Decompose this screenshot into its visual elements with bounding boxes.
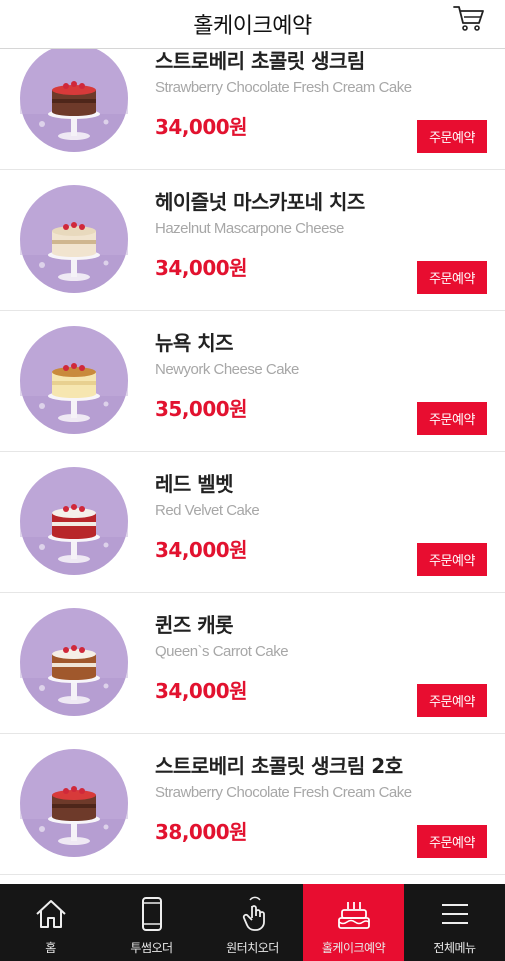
order-button[interactable]: 주문예약 bbox=[417, 261, 487, 294]
nav-label: 홈 bbox=[45, 941, 56, 955]
product-name[interactable]: 레드 벨벳 bbox=[155, 468, 234, 497]
product-price: 38,000원 bbox=[155, 820, 248, 844]
product-name[interactable]: 스트로베리 초콜릿 생크림 2호 bbox=[155, 750, 403, 779]
product-thumbnail[interactable] bbox=[20, 44, 128, 152]
nav-item[interactable]: 투썸오더 bbox=[101, 884, 202, 961]
home-icon bbox=[35, 900, 66, 928]
cart-icon[interactable] bbox=[453, 4, 485, 32]
product-name[interactable]: 스트로베리 초콜릿 생크림 bbox=[155, 45, 365, 74]
nav-item[interactable]: 전체메뉴 bbox=[404, 884, 505, 961]
product-list: 스트로베리 초콜릿 생크림 Strawberry Chocolate Fresh… bbox=[0, 29, 505, 875]
product-name-en: Newyork Cheese Cake bbox=[155, 361, 299, 378]
product-thumbnail[interactable] bbox=[20, 326, 128, 434]
app-header: 홀케이크예약 bbox=[0, 0, 505, 49]
product-name[interactable]: 뉴욕 치즈 bbox=[155, 327, 234, 356]
product-price: 34,000원 bbox=[155, 538, 248, 562]
phone-icon bbox=[141, 897, 162, 931]
product-name-en: Strawberry Chocolate Fresh Cream Cake bbox=[155, 79, 412, 96]
product-thumbnail[interactable] bbox=[20, 749, 128, 857]
product-item[interactable]: 헤이즐넛 마스카포네 치즈 Hazelnut Mascarpone Cheese… bbox=[0, 170, 505, 311]
bottom-nav: 홈 투썸오더 원터치오더 홀케이크예약 전체메뉴 bbox=[0, 884, 505, 961]
product-thumbnail[interactable] bbox=[20, 467, 128, 575]
order-button[interactable]: 주문예약 bbox=[417, 402, 487, 435]
product-name-en: Queen`s Carrot Cake bbox=[155, 643, 289, 660]
product-price: 35,000원 bbox=[155, 397, 248, 421]
page-title: 홀케이크예약 bbox=[193, 14, 312, 39]
order-button[interactable]: 주문예약 bbox=[417, 825, 487, 858]
product-name-en: Hazelnut Mascarpone Cheese bbox=[155, 220, 344, 237]
product-thumbnail[interactable] bbox=[20, 185, 128, 293]
product-item[interactable]: 스트로베리 초콜릿 생크림 2호 Strawberry Chocolate Fr… bbox=[0, 734, 505, 875]
nav-item[interactable]: 원터치오더 bbox=[202, 884, 303, 961]
order-button[interactable]: 주문예약 bbox=[417, 684, 487, 717]
product-thumbnail[interactable] bbox=[20, 608, 128, 716]
nav-label: 전체메뉴 bbox=[433, 941, 476, 955]
product-name[interactable]: 헤이즐넛 마스카포네 치즈 bbox=[155, 186, 365, 215]
product-item[interactable]: 퀸즈 캐롯 Queen`s Carrot Cake 34,000원 주문예약 bbox=[0, 593, 505, 734]
nav-label: 투썸오더 bbox=[130, 941, 173, 955]
nav-item[interactable]: 홀케이크예약 bbox=[303, 884, 404, 961]
order-button[interactable]: 주문예약 bbox=[417, 120, 487, 153]
product-name-en: Strawberry Chocolate Fresh Cream Cake bbox=[155, 784, 412, 801]
nav-label: 원터치오더 bbox=[226, 941, 279, 955]
product-name-en: Red Velvet Cake bbox=[155, 502, 260, 519]
cake-icon bbox=[337, 902, 370, 929]
order-button[interactable]: 주문예약 bbox=[417, 543, 487, 576]
product-name[interactable]: 퀸즈 캐롯 bbox=[155, 609, 234, 638]
product-price: 34,000원 bbox=[155, 115, 248, 139]
menu-icon bbox=[441, 904, 468, 924]
nav-item[interactable]: 홈 bbox=[0, 884, 101, 961]
product-price: 34,000원 bbox=[155, 679, 248, 703]
product-price: 34,000원 bbox=[155, 256, 248, 280]
nav-label: 홀케이크예약 bbox=[321, 941, 386, 955]
product-item[interactable]: 스트로베리 초콜릿 생크림 Strawberry Chocolate Fresh… bbox=[0, 29, 505, 170]
touch-icon bbox=[242, 896, 265, 931]
product-item[interactable]: 뉴욕 치즈 Newyork Cheese Cake 35,000원 주문예약 bbox=[0, 311, 505, 452]
product-item[interactable]: 레드 벨벳 Red Velvet Cake 34,000원 주문예약 bbox=[0, 452, 505, 593]
